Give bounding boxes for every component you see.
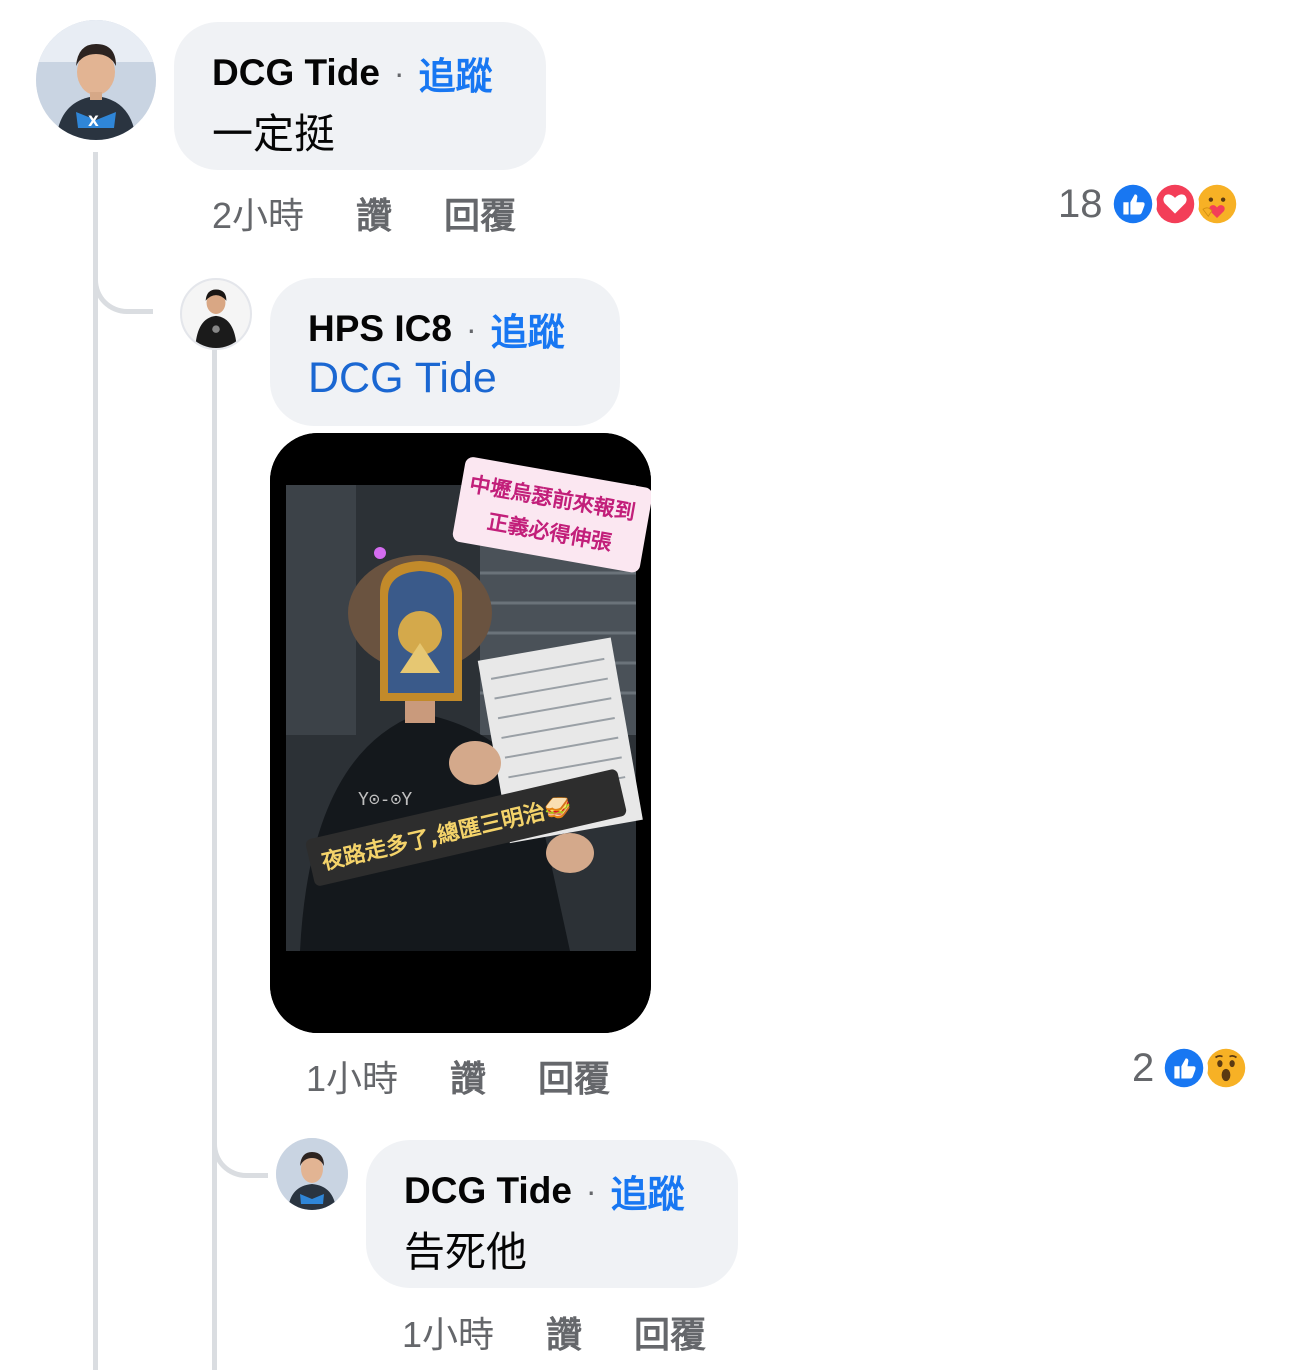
- reaction-count: 2: [1132, 1045, 1155, 1090]
- follow-button[interactable]: 追蹤: [491, 302, 565, 356]
- like-button[interactable]: 讚: [546, 1306, 582, 1358]
- love-icon: [1150, 180, 1199, 228]
- like-icon: [1160, 1044, 1209, 1092]
- author-name[interactable]: HPS IC8: [308, 308, 452, 350]
- shirt-text: Y⊙-⊙Y: [358, 789, 412, 810]
- comment-meta-2: 1小時 讚 回覆: [306, 1050, 610, 1102]
- care-icon: [1192, 180, 1241, 228]
- comment-bubble-1: DCG Tide · 追蹤 一定挺: [174, 22, 546, 170]
- comment-text: 一定挺: [212, 111, 335, 157]
- like-icon: [1108, 180, 1157, 228]
- reply-button[interactable]: 回覆: [444, 187, 516, 239]
- thread-elbow-2: [212, 1090, 268, 1178]
- timestamp[interactable]: 1小時: [402, 1306, 494, 1358]
- comment-bubble-3: DCG Tide · 追蹤 告死他: [366, 1140, 738, 1288]
- timestamp[interactable]: 2小時: [212, 187, 304, 239]
- avatar-dcg-tide[interactable]: [276, 1138, 348, 1210]
- avatar-hps-ic8[interactable]: [180, 278, 252, 350]
- comment-photo[interactable]: Y⊙-⊙Y 中壢烏瑟前來報到 正義必得伸張 夜路走多了,總匯三明治🥪: [270, 433, 651, 1033]
- follow-button[interactable]: 追蹤: [611, 1164, 685, 1218]
- thread-line-nested: [212, 350, 217, 1370]
- reaction-summary-2[interactable]: 2: [1132, 1044, 1251, 1092]
- comment-text: 告死他: [404, 1229, 527, 1275]
- comment-bubble-2: HPS IC8 · 追蹤 DCG Tide: [270, 278, 620, 426]
- reaction-summary-1[interactable]: 18: [1058, 180, 1241, 228]
- thread-elbow-1: [93, 220, 153, 314]
- separator-dot: ·: [393, 54, 405, 91]
- mention-link[interactable]: DCG Tide: [308, 354, 497, 403]
- follow-button[interactable]: 追蹤: [419, 46, 493, 100]
- like-button[interactable]: 讚: [450, 1050, 486, 1102]
- author-name[interactable]: DCG Tide: [404, 1170, 572, 1212]
- comment-meta-3: 1小時 讚 回覆: [402, 1306, 706, 1358]
- wow-icon: [1202, 1044, 1251, 1092]
- reply-button[interactable]: 回覆: [634, 1306, 706, 1358]
- thread-line-main: [93, 152, 98, 1370]
- separator-dot: ·: [585, 1172, 597, 1209]
- reaction-count: 18: [1058, 181, 1103, 226]
- avatar-dcg-tide[interactable]: X: [36, 20, 156, 140]
- author-name[interactable]: DCG Tide: [212, 52, 380, 94]
- like-button[interactable]: 讚: [356, 187, 392, 239]
- separator-dot: ·: [465, 310, 477, 347]
- reply-button[interactable]: 回覆: [538, 1050, 610, 1102]
- comment-meta-1: 2小時 讚 回覆: [212, 187, 516, 239]
- timestamp[interactable]: 1小時: [306, 1050, 398, 1102]
- svg-text:X: X: [88, 114, 99, 130]
